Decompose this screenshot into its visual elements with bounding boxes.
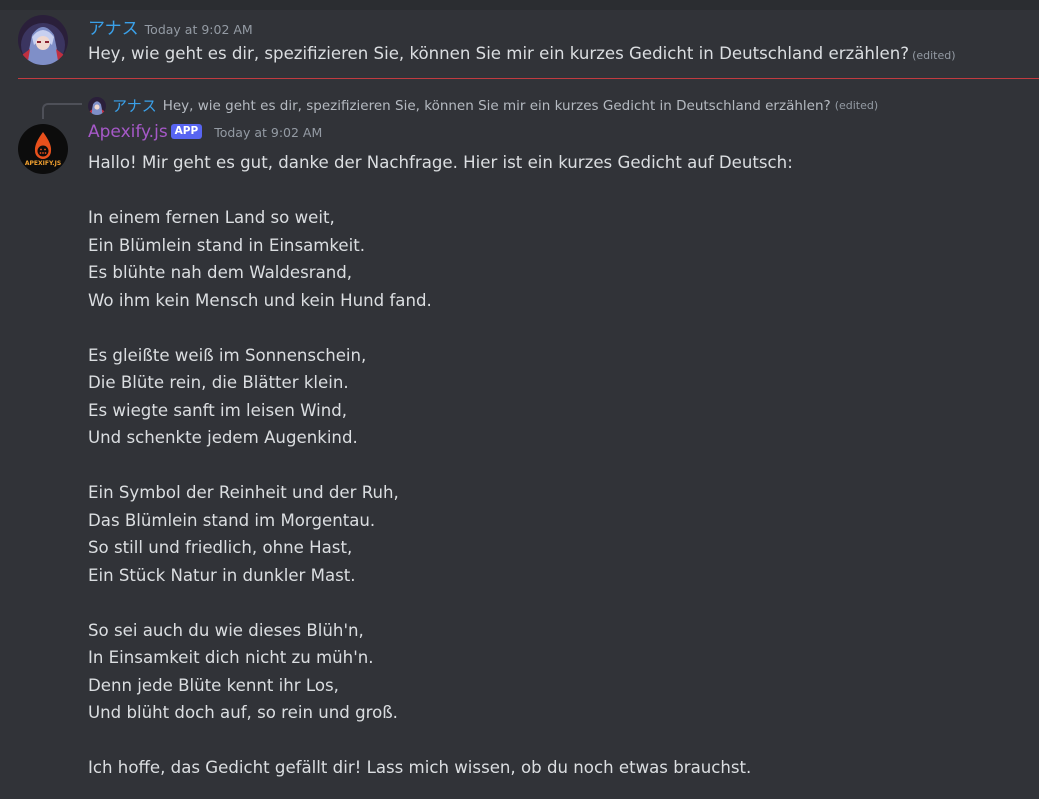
bot-username[interactable]: Apexify.js: [88, 122, 168, 142]
bot-avatar-text: APEXIFY.JS: [25, 160, 61, 167]
message-bot[interactable]: APEXIFY.JS Apexify.js APP Today at 9:02 AM…: [0, 110, 1039, 799]
message-line: Das Blümlein stand im Morgentau.: [88, 510, 376, 530]
message-header: アナス Today at 9:02 AM: [88, 14, 253, 39]
message-line: Es wiegte sanft im leisen Wind,: [88, 400, 348, 420]
message-text: Hey, wie geht es dir, spezifizieren Sie,…: [88, 40, 956, 70]
message-line: Die Blüte rein, die Blätter klein.: [88, 373, 349, 392]
message-line: Es gleißte weiß im Sonnenschein,: [88, 345, 367, 365]
message-user[interactable]: アナス Today at 9:02 AM Hey, wie geht es dir…: [0, 0, 1039, 78]
chat-messages: アナス Today at 9:02 AM Hey, wie geht es dir…: [0, 0, 1039, 799]
message-line: Ein Stück Natur in dunkler Mast.: [88, 565, 356, 585]
message-line: Und schenkte jedem Augenkind.: [88, 428, 358, 447]
message-line: Ein Symbol der Reinheit und der Ruh,: [88, 483, 399, 502]
bot-avatar[interactable]: APEXIFY.JS: [18, 124, 68, 174]
message-line: In Einsamkeit dich nicht zu müh'n.: [88, 648, 374, 667]
user-avatar[interactable]: [18, 15, 68, 65]
message-header: Apexify.js APP Today at 9:02 AM: [88, 122, 322, 142]
message-line: Hallo! Mir geht es gut, danke der Nachfr…: [88, 153, 793, 172]
message-body: Hey, wie geht es dir, spezifizieren Sie,…: [88, 44, 910, 63]
message-line: Ein Blümlein stand in Einsamkeit.: [88, 235, 366, 255]
app-badge: APP: [170, 124, 203, 139]
username[interactable]: アナス: [88, 19, 139, 39]
message-line: Wo ihm kein Mensch und kein Hund fand.: [88, 290, 432, 310]
bot-message-body: Hallo! Mir geht es gut, danke der Nachfr…: [88, 149, 793, 782]
message-line: Ich hoffe, das Gedicht gefällt dir! Lass…: [88, 758, 752, 777]
new-messages-divider: [18, 78, 1039, 79]
message-line: Denn jede Blüte kennt ihr Los,: [88, 675, 339, 695]
message-line: Und blüht doch auf, so rein und groß.: [88, 703, 398, 722]
edited-label: (edited): [912, 49, 956, 62]
message-line: In einem fernen Land so weit,: [88, 208, 335, 227]
timestamp[interactable]: Today at 9:02 AM: [214, 125, 322, 140]
message-line: Es blühte nah dem Waldesrand,: [88, 263, 353, 282]
timestamp[interactable]: Today at 9:02 AM: [145, 22, 253, 37]
message-line: So sei auch du wie dieses Blüh'n,: [88, 620, 364, 640]
message-line: So still und friedlich, ohne Hast,: [88, 538, 353, 557]
